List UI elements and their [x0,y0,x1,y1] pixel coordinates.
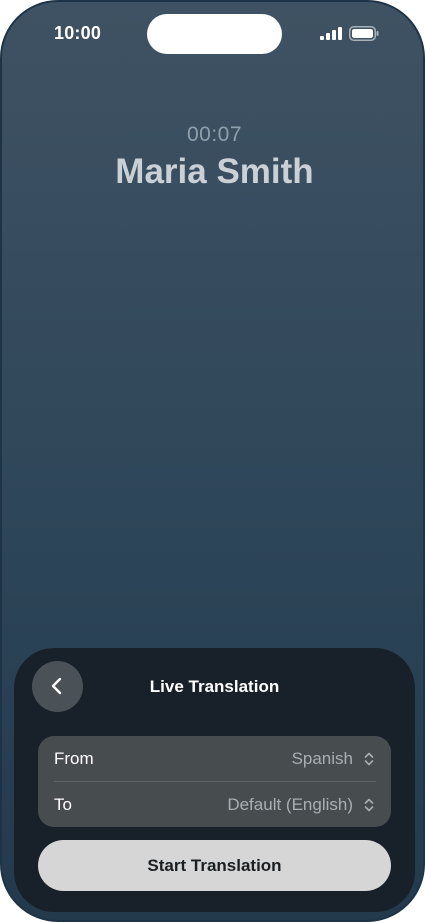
chevron-up-down-icon [364,798,374,812]
to-language-selector[interactable]: To Default (English) [38,782,391,827]
to-label: To [54,795,72,814]
call-timer: 00:07 [186,123,243,146]
phone-screen: 10:00 00:07 Maria Smith Live Translation… [0,0,425,922]
from-language-selector[interactable]: From Spanish [38,736,391,781]
from-language-value: Spanish [291,749,353,768]
sheet-title: Live Translation [149,677,280,696]
start-translation-button[interactable]: Start Translation [38,840,391,891]
cellular-signal-icon [320,27,342,40]
from-label: From [54,749,94,768]
status-time: 10:00 [54,23,102,43]
chevron-up-down-icon [364,752,374,766]
caller-name: Maria Smith [115,152,314,191]
live-translation-sheet: Live Translation From Spanish To Default… [14,648,415,912]
battery-icon [349,26,379,41]
to-language-value: Default (English) [227,795,353,814]
language-settings-card: From Spanish To Default (English) [38,736,391,827]
dynamic-island [147,14,282,54]
